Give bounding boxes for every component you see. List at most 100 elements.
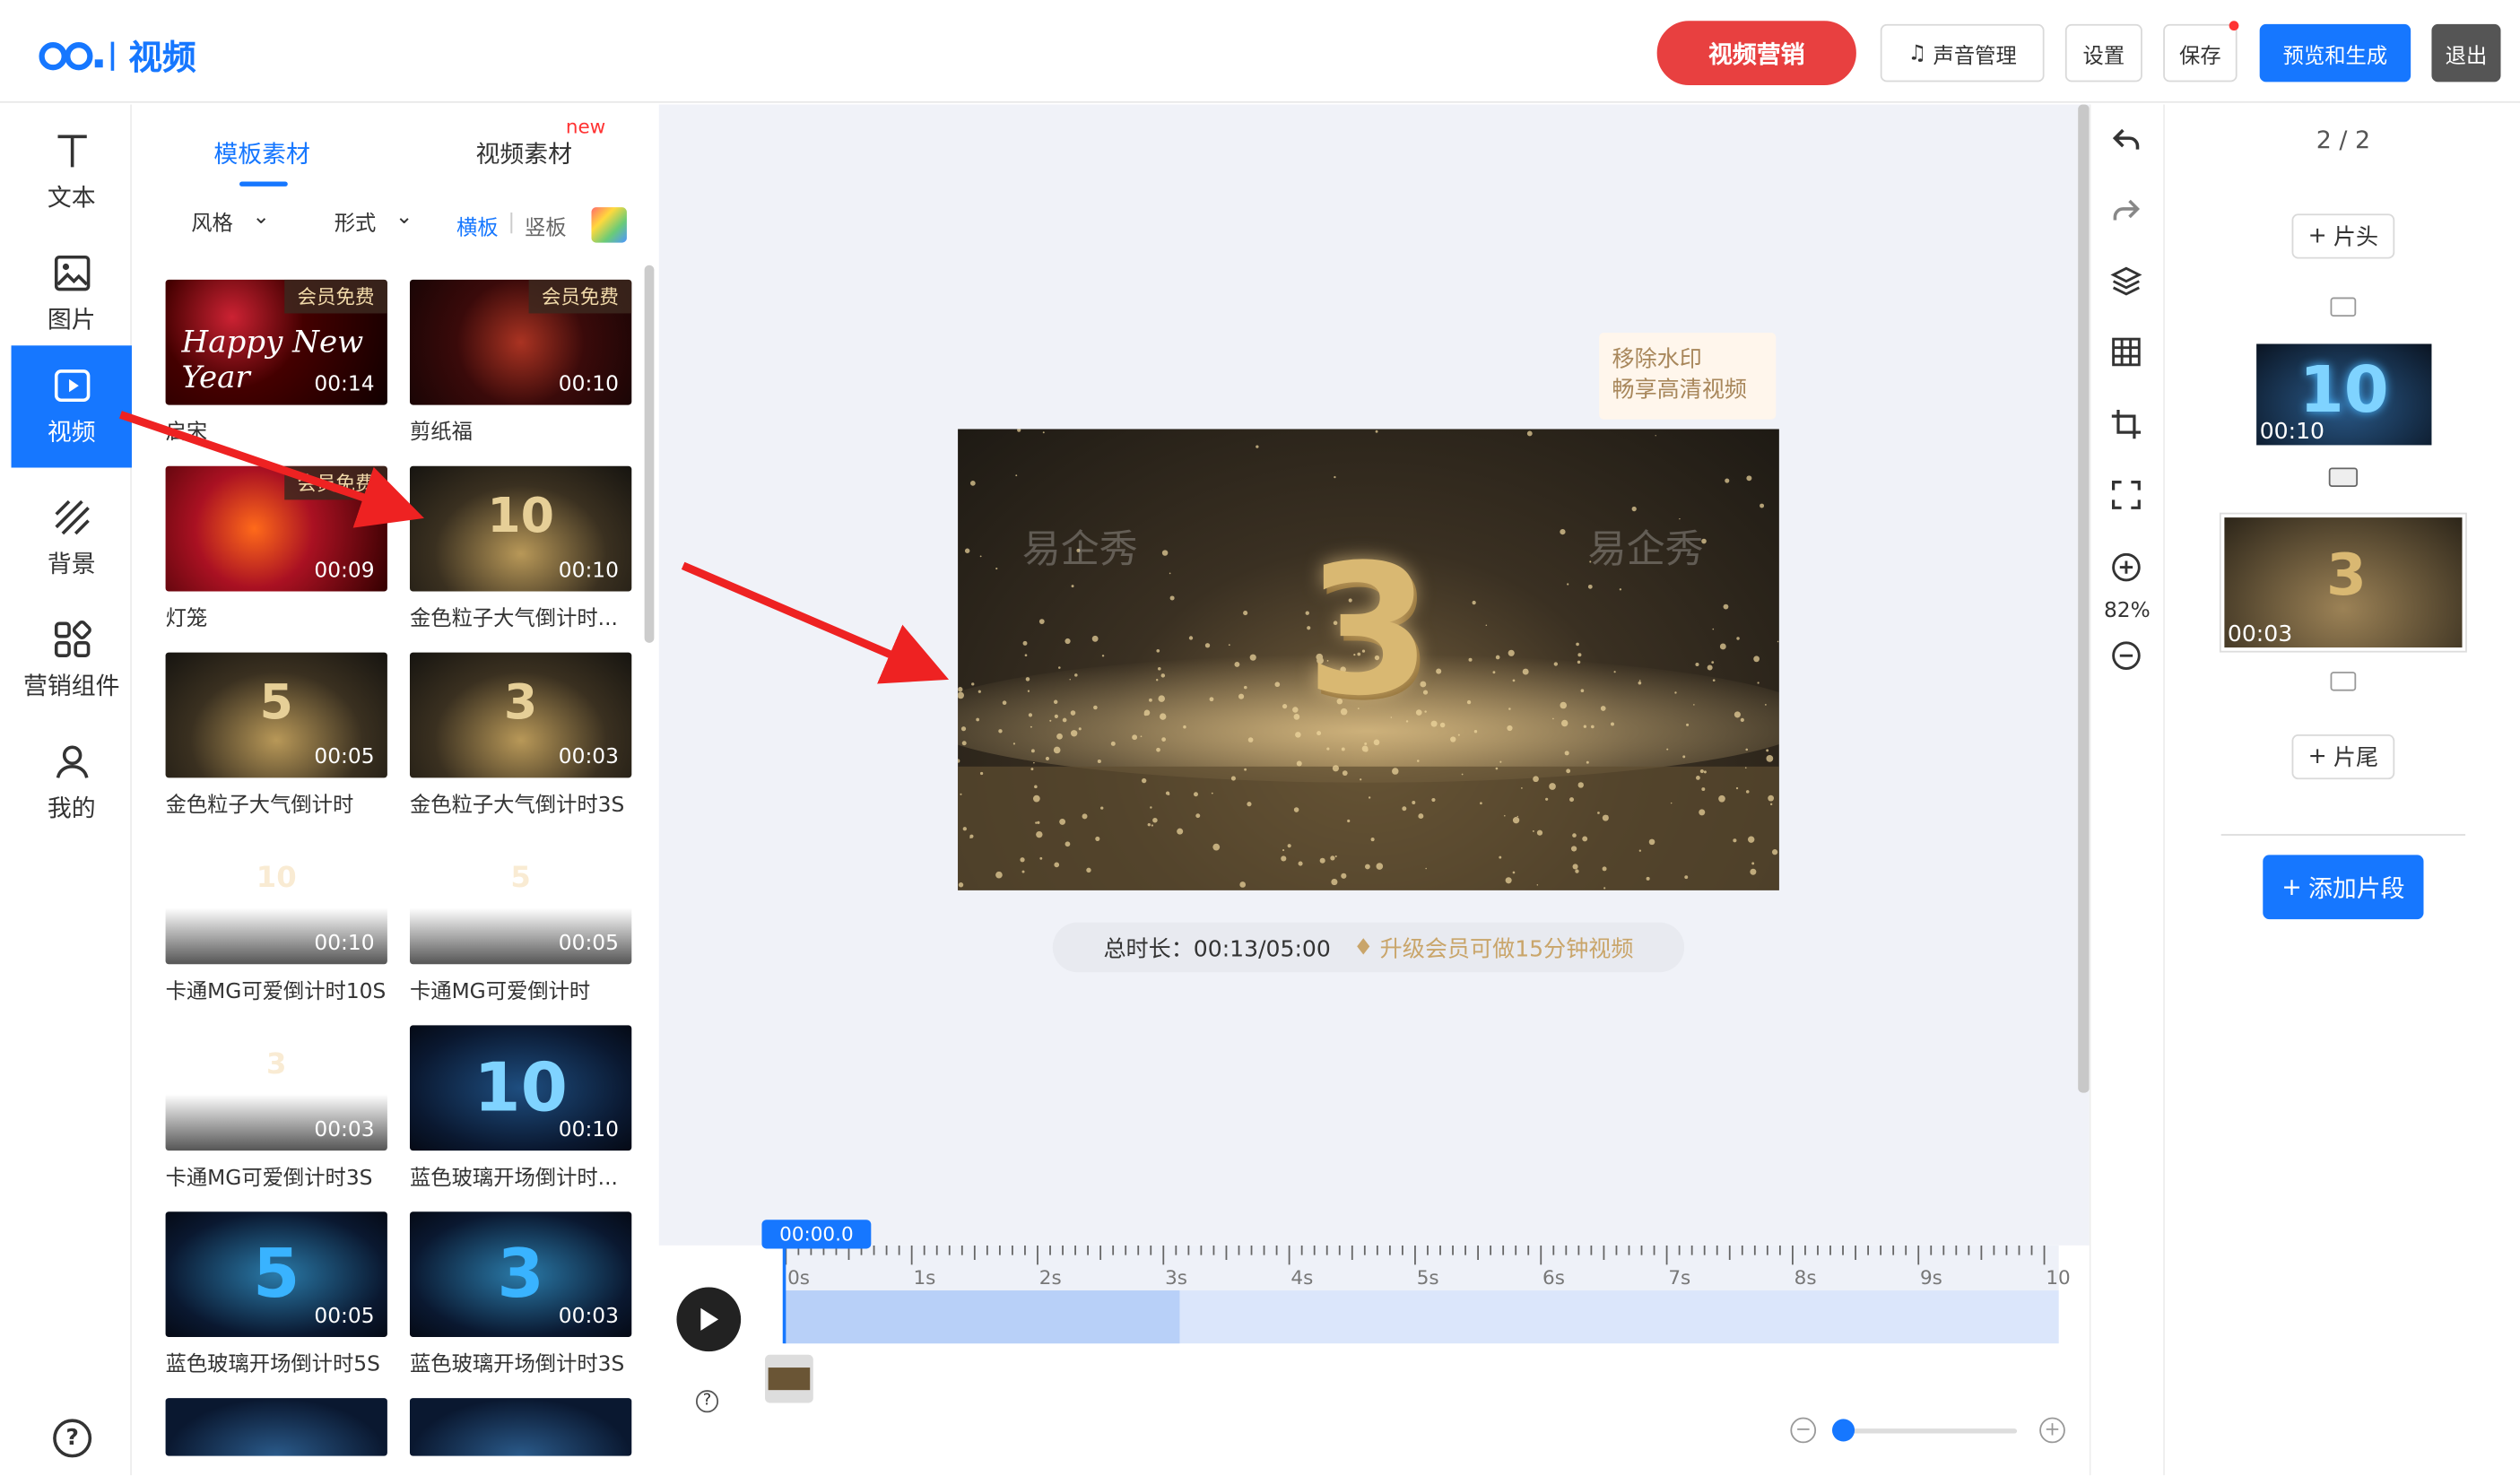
template-title: 灯笼 bbox=[165, 607, 208, 632]
playhead[interactable] bbox=[782, 1245, 786, 1344]
style-filter[interactable]: 风格 ⌄ bbox=[191, 205, 270, 236]
member-free-badge: 会员免费 bbox=[284, 279, 387, 314]
vertical-option[interactable]: 竖板 bbox=[525, 211, 567, 241]
color-filter-icon[interactable] bbox=[591, 207, 627, 243]
template-title: 金色粒子大气倒计时3S bbox=[409, 794, 625, 819]
template-thumbnail[interactable]: 3 00:03 bbox=[165, 1025, 387, 1151]
upgrade-link[interactable]: ♦ 升级会员可做15分钟视频 bbox=[1353, 932, 1634, 964]
template-thumbnail[interactable]: 5 00:05 bbox=[165, 1211, 387, 1338]
preview-generate-button[interactable]: 预览和生成 bbox=[2259, 23, 2411, 82]
zoom-out-icon[interactable] bbox=[2107, 637, 2145, 675]
template-number-art: 10 bbox=[487, 488, 555, 545]
total-duration: 总时长：00:13/05:00 bbox=[1103, 935, 1331, 962]
play-button[interactable] bbox=[676, 1287, 742, 1352]
zoom-in-icon[interactable]: + bbox=[2039, 1417, 2065, 1444]
canvas-scrollbar[interactable] bbox=[2078, 104, 2090, 1093]
save-button[interactable]: 保存 bbox=[2163, 21, 2239, 82]
clip-mini-thumb[interactable] bbox=[765, 1354, 813, 1403]
duration-info: 总时长：00:13/05:00 ♦ 升级会员可做15分钟视频 bbox=[1052, 922, 1685, 973]
tab-template-material[interactable]: 模板素材 bbox=[213, 136, 310, 170]
transition-icon[interactable] bbox=[2328, 467, 2359, 488]
sidebar-item-video[interactable]: 视频 bbox=[11, 345, 132, 468]
tick-label: 0s bbox=[787, 1266, 811, 1289]
template-thumbnail[interactable]: 5 00:05 bbox=[165, 652, 387, 778]
image-icon bbox=[54, 255, 90, 291]
sidebar-item-mine[interactable]: 我的 bbox=[12, 722, 132, 844]
template-thumbnail[interactable]: 会员免费 00:09 bbox=[165, 465, 387, 592]
style-filter-label: 风格 bbox=[191, 212, 233, 237]
zoom-out-icon[interactable]: − bbox=[1790, 1417, 1817, 1444]
exit-button[interactable]: 退出 bbox=[2431, 23, 2501, 82]
zoom-slider-thumb[interactable] bbox=[1831, 1419, 1855, 1442]
marketing-button-label: 视频营销 bbox=[1708, 39, 1805, 69]
sidebar-item-background[interactable]: 背景 bbox=[12, 477, 132, 599]
template-thumbnail[interactable]: 会员免费 00:10 bbox=[409, 279, 632, 405]
upgrade-text: 升级会员可做15分钟视频 bbox=[1379, 935, 1634, 962]
layers-icon[interactable] bbox=[2107, 262, 2145, 300]
template-thumbnail[interactable]: 3 00:03 bbox=[409, 652, 632, 778]
tick-label: 9s bbox=[1919, 1266, 1942, 1289]
add-head-label: 片头 bbox=[2333, 224, 2379, 251]
template-number-art: 3 bbox=[266, 1047, 287, 1082]
tab-video-material[interactable]: 视频素材 bbox=[475, 136, 572, 170]
track[interactable] bbox=[784, 1290, 2059, 1344]
tick-label: 10 bbox=[2046, 1266, 2071, 1289]
new-badge: new bbox=[565, 116, 606, 139]
template-number-art: 10 bbox=[256, 861, 297, 896]
sidebar-item-widgets[interactable]: 营销组件 bbox=[12, 599, 132, 721]
help-icon[interactable]: ? bbox=[53, 1419, 92, 1458]
add-segment-label: 添加片段 bbox=[2307, 873, 2405, 903]
grid-icon[interactable] bbox=[2107, 333, 2145, 371]
template-thumbnail[interactable]: Happy New Year 会员免费 00:14 bbox=[165, 279, 387, 405]
transition-icon[interactable] bbox=[2330, 297, 2357, 317]
divider bbox=[2220, 834, 2466, 836]
zoom-slider-track[interactable] bbox=[1847, 1428, 2018, 1434]
clip-thumb-2-selected[interactable]: 3 00:03 bbox=[2219, 512, 2467, 653]
crop-icon[interactable] bbox=[2107, 405, 2145, 444]
settings-button[interactable]: 设置 bbox=[2064, 23, 2142, 82]
left-sidebar: 文本 图片 视频 背景 营销组件 我的 ? bbox=[11, 104, 132, 1476]
template-title: 蓝色玻璃开场倒计时3S bbox=[409, 1352, 625, 1377]
template-duration: 00:05 bbox=[558, 932, 619, 957]
template-thumbnail[interactable] bbox=[165, 1398, 387, 1456]
clip-thumb-1[interactable]: 10 00:10 bbox=[2256, 343, 2432, 446]
logo[interactable]: 视频 bbox=[35, 32, 196, 81]
form-filter-label: 形式 bbox=[334, 212, 377, 237]
add-tail-button[interactable]: + 片尾 bbox=[2291, 734, 2395, 780]
template-thumbnail[interactable]: 10 00:10 bbox=[409, 1025, 632, 1151]
template-thumbnail[interactable]: 10 00:10 bbox=[165, 838, 387, 965]
current-time-marker[interactable]: 00:00.0 bbox=[761, 1220, 872, 1249]
panel-scrollbar[interactable] bbox=[644, 265, 655, 643]
fullscreen-icon[interactable] bbox=[2107, 475, 2145, 514]
zoom-in-icon[interactable] bbox=[2107, 548, 2145, 586]
remove-watermark-banner[interactable]: 移除水印 畅享高清视频 bbox=[1599, 332, 1777, 420]
template-thumbnail[interactable]: 10 00:10 bbox=[409, 465, 632, 592]
add-segment-button[interactable]: + 添加片段 bbox=[2263, 855, 2424, 920]
sound-management-button[interactable]: ♫ 声音管理 bbox=[1880, 23, 2045, 82]
add-head-button[interactable]: + 片头 bbox=[2291, 213, 2395, 259]
plus-icon: + bbox=[2307, 743, 2327, 770]
template-title: 启宋 bbox=[165, 421, 208, 446]
logo-icon bbox=[39, 41, 115, 71]
help-icon[interactable]: ? bbox=[695, 1390, 719, 1413]
redo-icon[interactable] bbox=[2107, 191, 2145, 230]
video-preview[interactable]: 易企秀 易企秀 3 bbox=[958, 429, 1779, 890]
sidebar-item-text[interactable]: 文本 bbox=[12, 111, 132, 233]
chevron-down-icon: ⌄ bbox=[252, 205, 270, 230]
sidebar-item-image[interactable]: 图片 bbox=[12, 233, 132, 355]
sidebar-item-label: 文本 bbox=[47, 182, 96, 212]
undo-icon[interactable] bbox=[2107, 120, 2145, 159]
template-thumbnail[interactable]: 3 00:03 bbox=[409, 1211, 632, 1338]
timeline: ? 0s 1s 2s 3s 4s 5s 6s 7s 8s 9s 10 00:00.0 − + bbox=[658, 1220, 2090, 1476]
preview-button-label: 预览和生成 bbox=[2282, 44, 2388, 69]
tick-label: 2s bbox=[1038, 1266, 1062, 1289]
template-thumbnail[interactable] bbox=[409, 1398, 632, 1456]
form-filter[interactable]: 形式 ⌄ bbox=[335, 205, 413, 236]
settings-button-label: 设置 bbox=[2082, 44, 2125, 69]
marketing-button[interactable]: 视频营销 bbox=[1656, 21, 1856, 85]
horizontal-option[interactable]: 横板 bbox=[456, 211, 499, 241]
save-button-label: 保存 bbox=[2179, 44, 2221, 69]
template-thumbnail[interactable]: 5 00:05 bbox=[409, 838, 632, 965]
transition-icon[interactable] bbox=[2330, 672, 2357, 691]
template-duration: 00:05 bbox=[314, 745, 375, 770]
